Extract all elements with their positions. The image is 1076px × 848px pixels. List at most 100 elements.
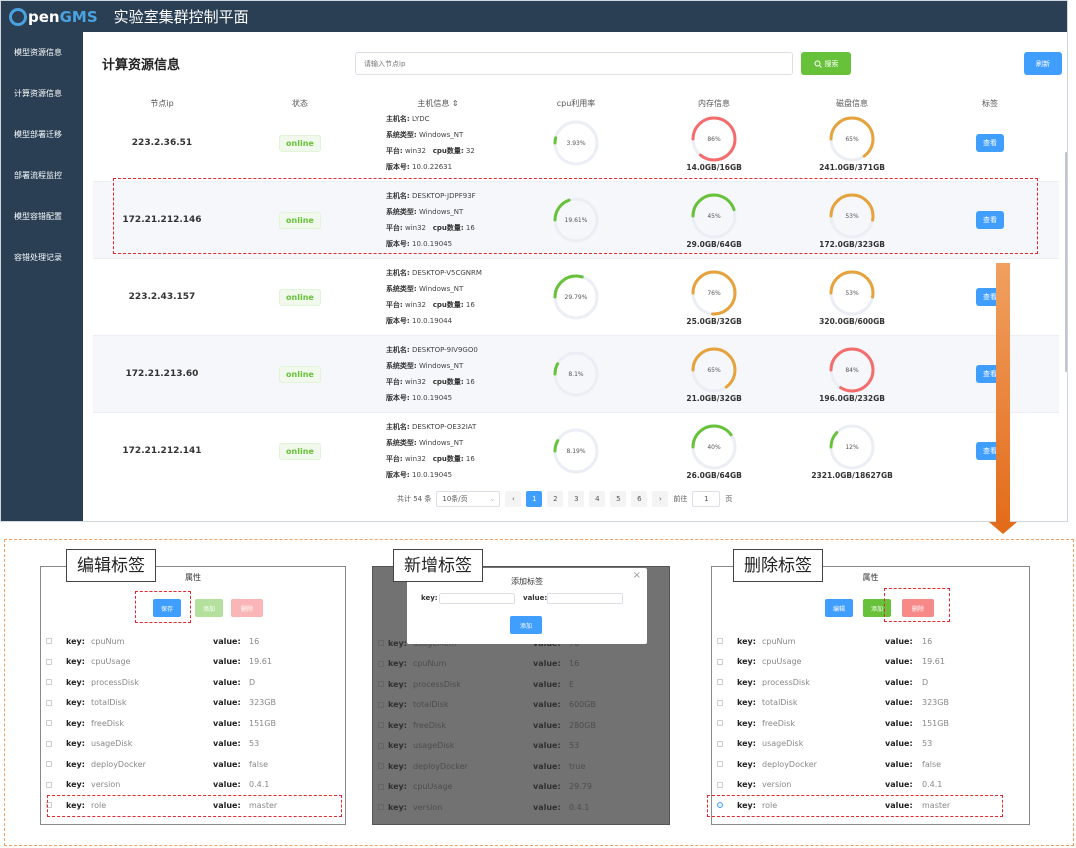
row-checkbox[interactable]	[46, 658, 52, 665]
key-label: key:	[737, 657, 756, 666]
tag-row[interactable]: key: totalDisk value: 323GB	[41, 693, 345, 713]
row-checkbox[interactable]	[46, 638, 52, 644]
page-number[interactable]: 5	[610, 491, 627, 507]
table-row[interactable]: 223.2.43.157 online 主机名: DESKTOP-V5CGNRM 系统…	[93, 259, 1059, 336]
key-value: version	[91, 780, 121, 789]
row-checkbox[interactable]	[717, 740, 723, 747]
cpu-gauge: 8.1%	[553, 351, 599, 397]
tag-row[interactable]: key: totalDisk value: 323GB	[712, 693, 1029, 713]
search-button[interactable]: 搜索	[801, 52, 851, 75]
page-number[interactable]: 2	[547, 491, 564, 507]
tag-cell: 查看	[921, 442, 1059, 460]
row-checkbox[interactable]	[717, 699, 723, 706]
table-row[interactable]: 223.2.36.51 online 主机名: LYDC 系统类型: Windows_…	[93, 114, 1059, 182]
column-header: 节点ip	[150, 98, 174, 108]
tag-row[interactable]: key: processDisk value: D	[41, 672, 345, 692]
edit-button[interactable]: 编辑	[825, 599, 853, 617]
tag-row[interactable]: key: cpuNum value: 16	[712, 631, 1029, 651]
chevron-down-icon: ⌄	[489, 495, 496, 503]
refresh-button[interactable]: 刷新	[1024, 52, 1062, 75]
status-cell: online	[231, 134, 369, 152]
value-label: value:	[213, 677, 241, 687]
gauge-percent: 40%	[707, 444, 721, 451]
sidebar-item[interactable]: 部署流程监控	[1, 155, 83, 196]
hostname-line: 主机名: DESKTOP-OE32IAT	[386, 419, 507, 435]
value-value: 16	[922, 636, 933, 646]
tag-row[interactable]: key: processDisk value: D	[712, 672, 1029, 692]
tag-row[interactable]: key: cpuNum value: 16	[41, 631, 345, 651]
value-value: 151GB	[249, 718, 276, 728]
row-checkbox[interactable]	[46, 761, 52, 767]
tag-row[interactable]: key: version value: 0.4.1	[712, 775, 1029, 795]
hostname-label: 主机名:	[385, 269, 410, 277]
row-checkbox[interactable]	[46, 699, 52, 706]
sidebar-item[interactable]: 模型部署迁移	[1, 114, 83, 155]
systype-label: 系统类型:	[385, 285, 417, 293]
row-checkbox[interactable]	[717, 761, 723, 767]
table-row[interactable]: 172.21.212.141 online 主机名: DESKTOP-OE32IAT…	[93, 413, 1059, 482]
hostname-value: DESKTOP-OE32IAT	[411, 423, 477, 431]
systype-value: Windows_NT	[418, 285, 464, 293]
dialog-value-input[interactable]	[547, 593, 623, 604]
row-checkbox[interactable]	[717, 720, 723, 726]
value-label: value:	[213, 636, 241, 646]
prev-page-button[interactable]: ‹	[505, 491, 522, 507]
sidebar-item[interactable]: 模型容错配置	[1, 196, 83, 237]
table-scrollbar[interactable]	[1065, 152, 1067, 372]
delete-button[interactable]: 删除	[231, 599, 263, 617]
tag-row[interactable]: key: deployDocker value: false	[712, 754, 1029, 774]
row-checkbox[interactable]	[717, 781, 723, 788]
version-label: 版本号:	[385, 471, 410, 479]
cpu-gauge: 3.93%	[553, 120, 599, 166]
row-checkbox[interactable]	[717, 679, 723, 685]
key-label: key:	[66, 739, 85, 748]
row-checkbox[interactable]	[717, 658, 723, 665]
value-label: value:	[213, 698, 241, 707]
row-checkbox[interactable]	[46, 679, 52, 685]
tag-row[interactable]: key: freeDisk value: 151GB	[712, 713, 1029, 733]
row-checkbox[interactable]	[46, 720, 52, 726]
cpunum-label: cpu数量:	[432, 378, 464, 386]
sidebar-item[interactable]: 计算资源信息	[1, 73, 83, 114]
tag-row[interactable]: key: cpuUsage value: 19.61	[712, 652, 1029, 672]
close-icon[interactable]: ×	[633, 570, 641, 581]
dialog-add-button[interactable]: 添加	[510, 616, 542, 634]
cpu-gauge: 8.19%	[553, 428, 599, 474]
tag-row[interactable]: key: usageDisk value: 53	[712, 734, 1029, 754]
status-cell: online	[231, 288, 369, 306]
tag-row[interactable]: key: freeDisk value: 151GB	[41, 713, 345, 733]
search-input[interactable]	[355, 52, 793, 75]
table-row[interactable]: 172.21.213.60 online 主机名: DESKTOP-9IV9GO0 系…	[93, 336, 1059, 413]
page-number[interactable]: 6	[631, 491, 648, 507]
tag-row[interactable]: key: usageDisk value: 53	[41, 734, 345, 754]
memory-gauge: 86%	[691, 116, 737, 161]
systype-line: 系统类型: Windows_NT	[386, 127, 507, 143]
row-checkbox[interactable]	[46, 740, 52, 747]
page-number[interactable]: 1	[526, 491, 543, 507]
view-tags-button[interactable]: 查看	[976, 134, 1005, 152]
tag-row[interactable]: key: cpuUsage value: 19.61	[41, 652, 345, 672]
page-number[interactable]: 4	[589, 491, 606, 507]
cpunum-value: 16	[465, 301, 475, 309]
sidebar-item[interactable]: 容错处理记录	[1, 237, 83, 278]
key-label: key:	[737, 677, 756, 687]
mem-cell: 40% 26.0GB/64GB	[645, 423, 783, 480]
status-cell: online	[231, 442, 369, 460]
page-number[interactable]: 3	[568, 491, 585, 507]
column-header: cpu利用率	[556, 98, 596, 108]
add-button[interactable]: 添加	[195, 599, 223, 617]
gauge-percent: 84%	[845, 367, 859, 374]
goto-page-input[interactable]: 1	[692, 491, 721, 507]
row-checkbox[interactable]	[717, 638, 723, 644]
tag-row[interactable]: key: version value: 0.4.1	[41, 775, 345, 795]
next-page-button[interactable]: ›	[652, 491, 669, 507]
page-size-select[interactable]: 10条/页 ⌄	[436, 491, 501, 507]
dialog-key-input[interactable]	[439, 593, 515, 604]
tag-row[interactable]: key: deployDocker value: false	[41, 754, 345, 774]
key-label: key:	[737, 759, 756, 769]
row-checkbox[interactable]	[46, 781, 52, 788]
sidebar-item[interactable]: 模型资源信息	[1, 32, 83, 73]
save-highlight	[135, 591, 191, 623]
column-header[interactable]: 主机信息 ⇕	[369, 98, 507, 109]
value-value: D	[249, 677, 256, 687]
